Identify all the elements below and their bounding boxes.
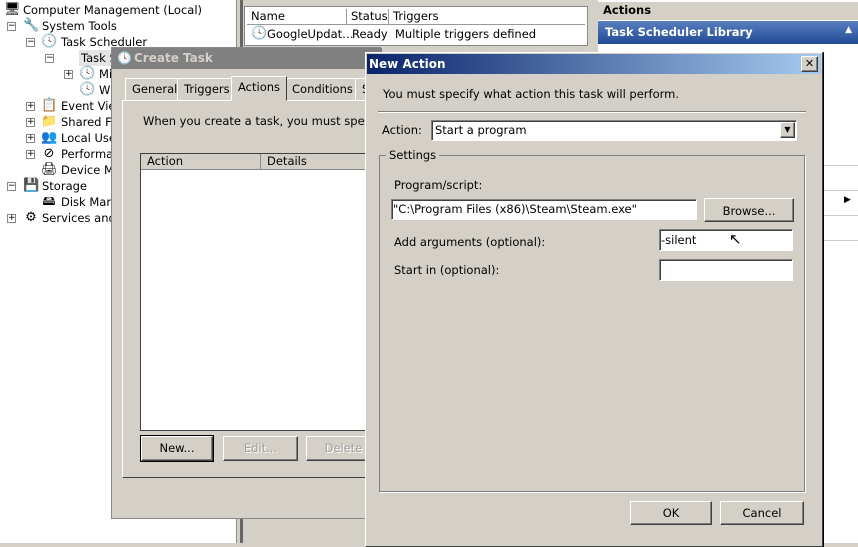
disk-icon: 🖴	[42, 194, 56, 209]
arguments-input[interactable]: -silent	[659, 229, 793, 251]
new-button[interactable]: New...	[140, 435, 214, 462]
start-in-input[interactable]	[659, 259, 793, 281]
tab-general[interactable]: General	[125, 78, 185, 100]
tree-item-system-tools[interactable]: System Tools	[42, 18, 117, 34]
action-label: Action:	[382, 123, 422, 137]
create-task-title: Create Task	[134, 51, 213, 65]
computer-icon: 🖥	[4, 2, 21, 17]
users-icon: 👥	[41, 130, 58, 145]
cancel-button[interactable]: Cancel	[720, 501, 804, 525]
column-header-name[interactable]: Name	[247, 9, 347, 25]
task-folder-icon: 🕓	[79, 82, 96, 97]
expand-icon[interactable]: +	[26, 134, 35, 143]
shared-folder-icon: 📁	[41, 114, 58, 129]
submenu-arrow-icon[interactable]: ▶	[844, 195, 851, 205]
new-action-titlebar[interactable]: New Action	[367, 54, 821, 74]
column-header-status[interactable]: Status	[347, 9, 389, 25]
tools-icon: 🔧	[23, 18, 40, 33]
new-action-intro: You must specify what action this task w…	[383, 87, 679, 101]
dropdown-arrow-icon[interactable]: ▼	[780, 122, 795, 138]
clock-icon: 🕓	[117, 51, 132, 65]
tab-conditions[interactable]: Conditions	[285, 78, 360, 100]
column-header-details[interactable]: Details	[261, 154, 381, 170]
task-clock-icon: 🕓	[251, 26, 268, 41]
section-task-scheduler-library[interactable]: Task Scheduler Library ▲	[598, 21, 858, 44]
divider	[822, 165, 858, 166]
expand-icon[interactable]: +	[26, 150, 35, 159]
task-name[interactable]: GoogleUpdat…	[267, 27, 354, 41]
tree-item-storage[interactable]: Storage	[42, 178, 87, 194]
tree-item-shared-folders[interactable]: Shared Fo	[61, 114, 118, 130]
close-button[interactable]: ✕	[801, 56, 818, 72]
task-list[interactable]: Name Status Triggers 🕓 GoogleUpdat… Read…	[244, 6, 588, 46]
task-folder-icon: 🕓	[79, 66, 96, 81]
action-select-value: Start a program	[435, 123, 527, 137]
column-header-triggers[interactable]: Triggers	[389, 9, 585, 25]
clock-icon: 🕓	[41, 34, 58, 49]
device-manager-icon: 🖨	[41, 162, 58, 177]
settings-label: Settings	[386, 148, 440, 162]
tab-triggers[interactable]: Triggers	[177, 78, 237, 100]
collapse-up-icon[interactable]: ▲	[845, 25, 852, 35]
divider	[822, 190, 858, 191]
create-task-intro: When you create a task, you must specify	[143, 114, 385, 128]
collapse-icon[interactable]: −	[45, 54, 54, 63]
collapse-icon[interactable]: −	[7, 182, 16, 191]
services-icon: ⚙	[25, 210, 37, 225]
performance-icon: ⊘	[43, 146, 55, 161]
separator	[378, 111, 806, 113]
storage-icon: 💾	[23, 178, 40, 193]
browse-button[interactable]: Browse...	[704, 198, 794, 222]
task-triggers: Multiple triggers defined	[395, 27, 537, 41]
collapse-icon[interactable]: −	[7, 22, 16, 31]
expand-icon[interactable]: +	[26, 102, 35, 111]
create-task-titlebar[interactable]: 🕓 Create Task	[112, 48, 382, 69]
ok-button[interactable]: OK	[630, 501, 712, 525]
action-select[interactable]: Start a program ▼	[431, 120, 797, 141]
collapse-icon[interactable]: −	[26, 38, 35, 47]
start-in-label: Start in (optional):	[394, 263, 500, 277]
event-viewer-icon: 📋	[41, 98, 58, 113]
program-label: Program/script:	[394, 178, 483, 192]
new-action-title: New Action	[369, 57, 446, 71]
expand-icon[interactable]: +	[26, 118, 35, 127]
tree-item-computer-management[interactable]: Computer Management (Local)	[23, 2, 202, 18]
task-status: Ready	[352, 27, 388, 41]
expand-icon[interactable]: +	[7, 214, 16, 223]
expand-icon[interactable]: +	[64, 70, 73, 79]
section-title: Task Scheduler Library	[605, 25, 753, 39]
divider	[822, 240, 858, 241]
arguments-label: Add arguments (optional):	[394, 235, 546, 249]
actions-list[interactable]: Action Details	[140, 153, 381, 431]
divider	[822, 215, 858, 216]
column-header-action[interactable]: Action	[141, 154, 261, 170]
tab-actions[interactable]: Actions	[231, 76, 288, 101]
mouse-cursor-icon: ↖	[729, 230, 742, 248]
actions-header: Actions	[598, 2, 858, 20]
edit-button[interactable]: Edit...	[223, 436, 298, 461]
program-input[interactable]: "C:\Program Files (x86)\Steam\Steam.exe"	[391, 199, 697, 220]
